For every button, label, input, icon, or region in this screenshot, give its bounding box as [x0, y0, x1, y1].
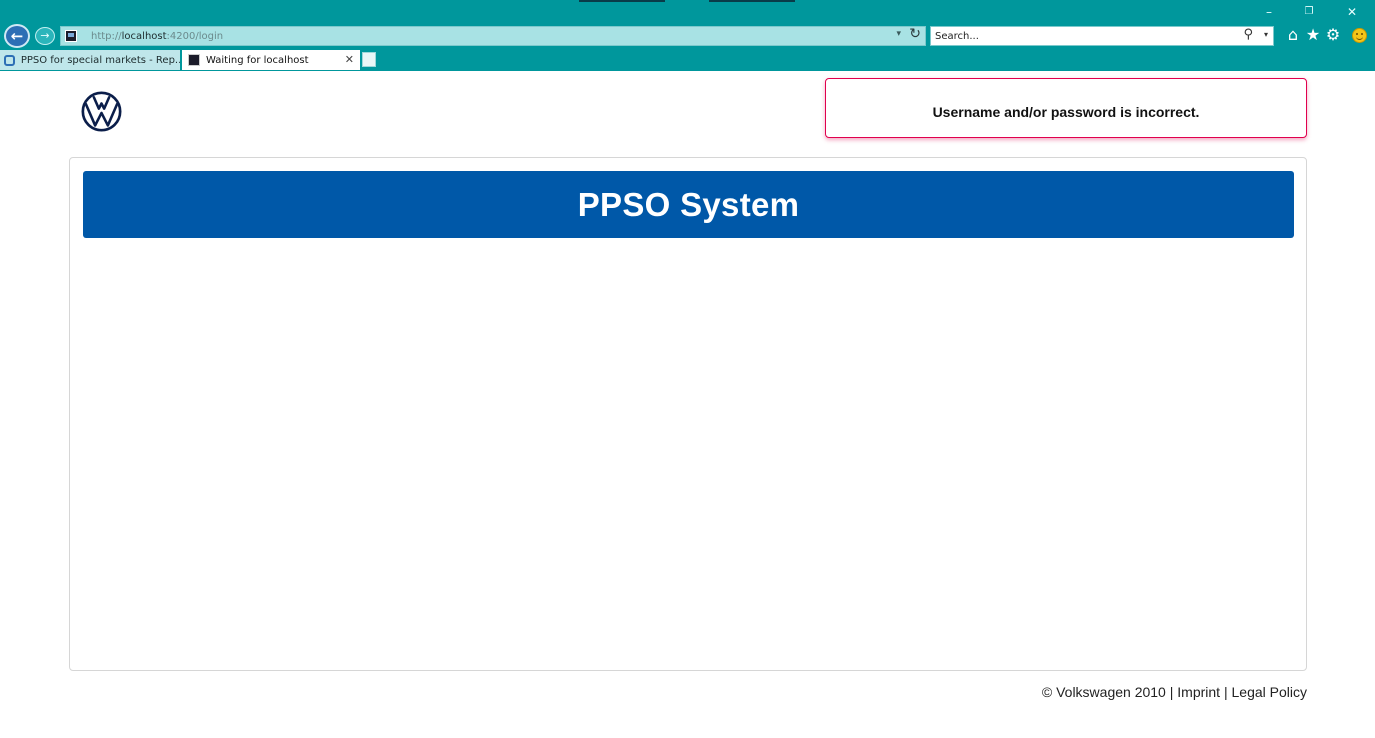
- search-dropdown-icon[interactable]: ▾: [1264, 30, 1268, 39]
- footer-separator: |: [1220, 684, 1232, 700]
- page-favicon-icon: [65, 30, 77, 42]
- search-input[interactable]: [935, 30, 1215, 42]
- tab-bar: PPSO for special markets - Rep... Waitin…: [0, 50, 1375, 71]
- minimize-button[interactable]: –: [1259, 3, 1279, 21]
- back-button[interactable]: ←: [4, 24, 30, 48]
- app-header-banner: PPSO System: [83, 171, 1294, 238]
- volkswagen-logo: [81, 91, 122, 132]
- search-box[interactable]: ⚲ ▾: [930, 26, 1274, 46]
- address-bar[interactable]: http://localhost:4200/login ▾ ↻: [60, 26, 926, 46]
- tab-label: Waiting for localhost: [206, 54, 309, 66]
- browser-chrome: – ❐ ✕ ← → http://localhost:4200/login ▾ …: [0, 0, 1375, 71]
- close-window-button[interactable]: ✕: [1342, 3, 1362, 21]
- legal-policy-link[interactable]: Legal Policy: [1232, 684, 1308, 700]
- title-bar-marker: [709, 0, 795, 2]
- refresh-icon[interactable]: ↻: [909, 26, 921, 42]
- home-icon[interactable]: ⌂: [1284, 25, 1302, 45]
- error-notification: Username and/or password is incorrect.: [825, 78, 1307, 138]
- address-dropdown-icon[interactable]: ▾: [896, 29, 901, 39]
- tab-favicon-icon: [188, 54, 200, 66]
- footer-separator: |: [1165, 684, 1178, 700]
- tab-ppso-special-markets[interactable]: PPSO for special markets - Rep...: [0, 50, 180, 70]
- tab-favicon-icon: [4, 54, 15, 66]
- tab-waiting-localhost[interactable]: Waiting for localhost ✕: [182, 50, 360, 70]
- footer: © Volkswagen 2010 | Imprint | Legal Poli…: [1042, 684, 1307, 700]
- search-icon[interactable]: ⚲: [1243, 27, 1253, 42]
- tab-label: PPSO for special markets - Rep...: [20, 54, 180, 66]
- tab-close-icon[interactable]: ✕: [345, 53, 354, 66]
- restore-button[interactable]: ❐: [1299, 3, 1319, 21]
- new-tab-button[interactable]: [362, 52, 376, 67]
- settings-gear-icon[interactable]: ⚙: [1324, 25, 1342, 45]
- copyright-text: © Volkswagen 2010: [1041, 684, 1166, 700]
- imprint-link[interactable]: Imprint: [1177, 684, 1220, 700]
- main-content-card: PPSO System: [69, 157, 1307, 671]
- error-message: Username and/or password is incorrect.: [932, 104, 1200, 120]
- forward-button[interactable]: →: [35, 27, 55, 45]
- address-url[interactable]: http://localhost:4200/login: [91, 31, 223, 42]
- page-title: PPSO System: [577, 185, 800, 223]
- title-bar-marker: [579, 0, 665, 2]
- feedback-smiley-icon[interactable]: [1352, 28, 1367, 43]
- navigation-bar: ← → http://localhost:4200/login ▾ ↻ ⚲ ▾ …: [0, 24, 1375, 48]
- favorites-star-icon[interactable]: ★: [1304, 25, 1322, 45]
